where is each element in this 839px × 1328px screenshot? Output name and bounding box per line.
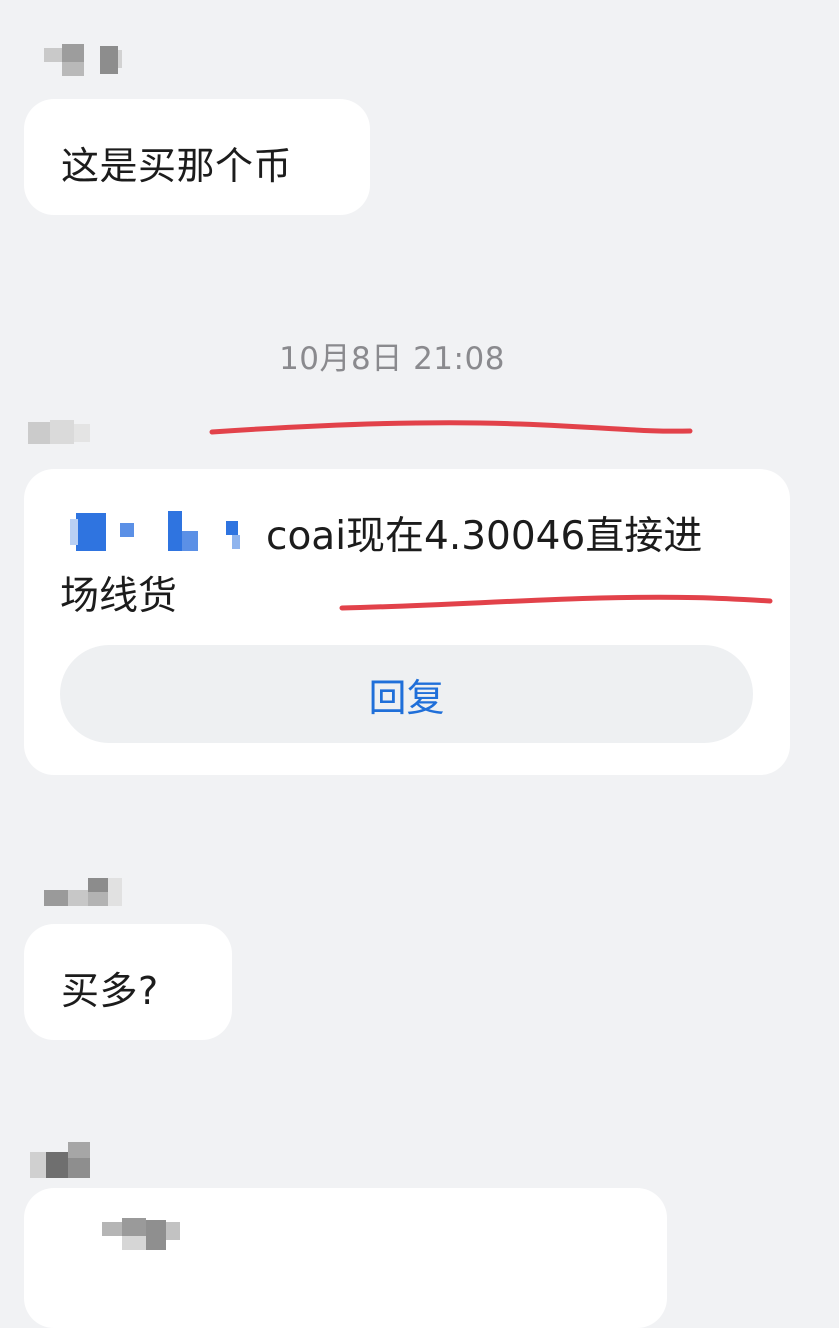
annotation-underline-message <box>339 594 773 611</box>
annotation-underline-timestamp <box>209 420 693 435</box>
annotation-underlines <box>209 420 773 611</box>
